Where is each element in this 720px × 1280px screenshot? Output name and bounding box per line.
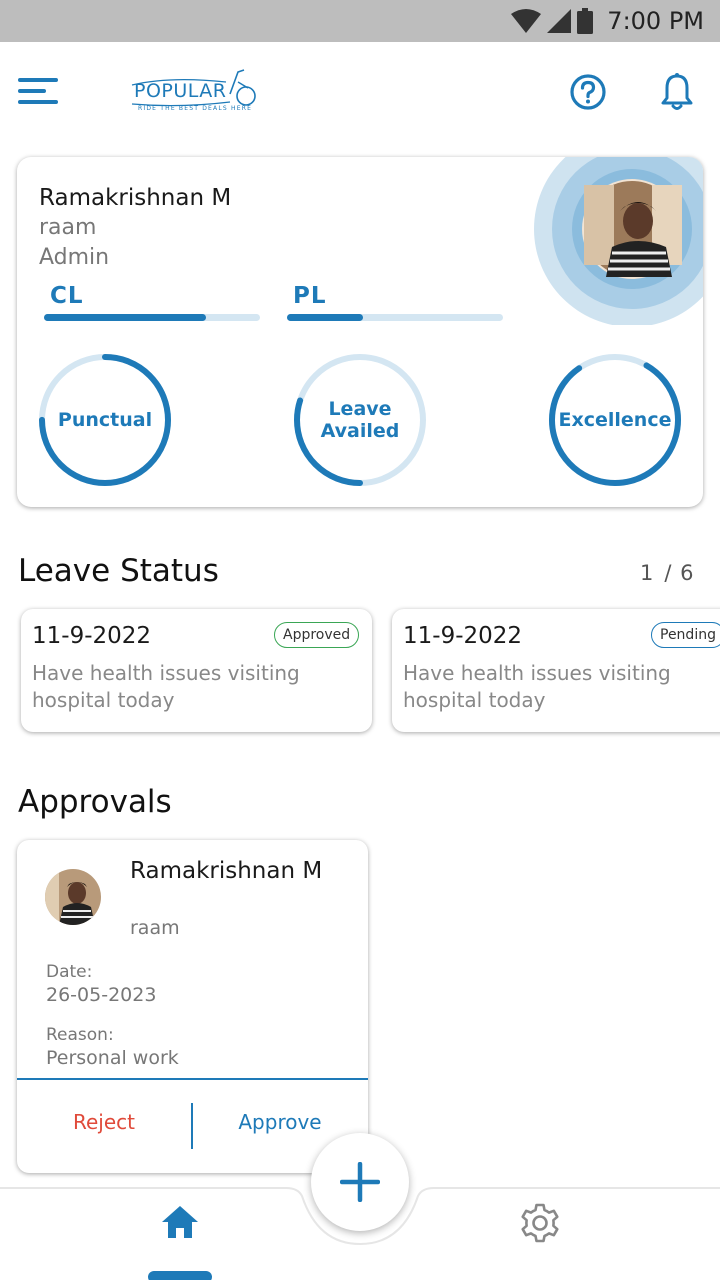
status-badge-approved: Approved [274, 622, 360, 648]
leave-status-pager: 1 / 6 [640, 561, 705, 585]
pager-current: 1 [640, 561, 655, 585]
approval-name: Ramakrishnan M [130, 858, 323, 884]
cl-label: CL [50, 283, 84, 309]
logo-tagline: RIDE THE BEST DEALS HERE [138, 105, 253, 112]
leave-availed-label: Leave Availed [320, 398, 400, 442]
leave-card[interactable]: 11-9-2022 Pending Have health issues vis… [392, 609, 720, 732]
approval-divider [17, 1078, 368, 1080]
leave-status-title: Leave Status [18, 553, 219, 589]
avatar[interactable] [534, 157, 703, 327]
popular-logo: POPULAR RIDE THE BEST DEALS HERE [130, 64, 265, 120]
profile-card: Ramakrishnan M raam Admin CL PL Punctual… [17, 157, 703, 507]
home-icon[interactable] [160, 1204, 200, 1240]
excellence-label: Excellence [558, 409, 672, 431]
cl-progress-bar [44, 314, 260, 321]
approval-username: raam [130, 917, 180, 939]
punctual-ring[interactable]: Punctual [37, 352, 173, 488]
menu-icon[interactable] [18, 74, 62, 110]
cell-signal-icon [547, 9, 572, 33]
cl-progress-fill [44, 314, 206, 321]
reject-button[interactable]: Reject [17, 1110, 191, 1134]
bell-icon[interactable] [659, 72, 695, 112]
excellence-ring[interactable]: Excellence [547, 352, 683, 488]
pager-total: / 6 [664, 561, 695, 585]
approve-button[interactable]: Approve [193, 1110, 367, 1134]
pl-progress-fill [287, 314, 363, 321]
approval-date-value: 26-05-2023 [46, 984, 157, 1006]
approval-date-label: Date: [46, 962, 93, 982]
leave-date: 11-9-2022 [32, 623, 152, 649]
approval-reason-label: Reason: [46, 1025, 114, 1045]
add-leave-button[interactable] [311, 1133, 409, 1231]
add-icon [340, 1162, 380, 1202]
leave-availed-ring[interactable]: Leave Availed [292, 352, 428, 488]
status-badge-pending: Pending [651, 622, 720, 648]
punctual-label: Punctual [57, 409, 153, 431]
leave-date: 11-9-2022 [403, 623, 523, 649]
settings-icon[interactable] [519, 1202, 561, 1244]
pl-label: PL [293, 283, 327, 309]
leave-dashboard-screen: 7:00 PM POPULAR RIDE THE BEST DEALS HERE [0, 0, 720, 1280]
wifi-icon [511, 9, 542, 33]
logo-text: POPULAR [134, 80, 227, 102]
profile-username: raam [39, 215, 97, 240]
leave-card[interactable]: 11-9-2022 Approved Have health issues vi… [21, 609, 372, 732]
approvals-title: Approvals [18, 784, 172, 820]
approval-reason-value: Personal work [46, 1047, 179, 1069]
status-bar: 7:00 PM [0, 0, 720, 42]
help-icon[interactable] [570, 74, 606, 110]
approval-card: Ramakrishnan M raam Date: 26-05-2023 Rea… [17, 840, 368, 1173]
leave-reason: Have health issues visiting hospital tod… [403, 661, 671, 712]
app-bar: POPULAR RIDE THE BEST DEALS HERE [0, 42, 720, 142]
pl-progress-bar [287, 314, 503, 321]
approval-avatar [45, 869, 101, 925]
home-active-indicator [148, 1271, 212, 1280]
status-time: 7:00 PM [607, 7, 704, 35]
leave-reason: Have health issues visiting hospital tod… [32, 661, 300, 712]
battery-icon [577, 8, 594, 34]
profile-name: Ramakrishnan M [39, 185, 232, 211]
profile-role: Admin [39, 245, 110, 270]
